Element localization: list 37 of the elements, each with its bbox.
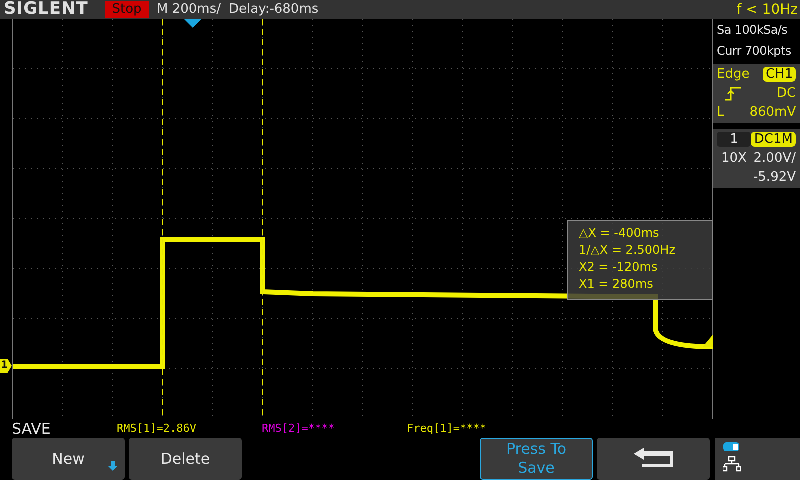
sample-rate: Sa 100kSa/s — [716, 22, 789, 39]
channel-coupling: DC1M — [751, 132, 796, 147]
back-button[interactable] — [597, 438, 710, 480]
trigger-level-label: L — [717, 105, 726, 120]
usb-icon — [723, 442, 741, 452]
vertical-scale: 2.00V/ — [752, 151, 796, 166]
cursor-value: △X = -400ms — [579, 225, 660, 242]
trigger-source: CH1 — [762, 67, 796, 82]
measurement: Freq[1]=**** — [407, 422, 488, 435]
rising-edge-icon — [725, 86, 741, 100]
channel-panel[interactable]: 1 DC1M 10X 2.00V/ -5.92V — [713, 129, 800, 188]
return-arrow-icon — [632, 446, 676, 468]
delay: Delay:-680ms — [228, 2, 319, 17]
cursor-value: 1/△X = 2.500Hz — [579, 242, 676, 259]
measurement: RMS[1]=2.86V — [117, 422, 198, 435]
brand-logo: SIGLENT — [4, 0, 90, 19]
cursor-value: X1 = 280ms — [579, 276, 654, 293]
probe-ratio: 10X — [720, 151, 748, 166]
measurement: RMS[2]=**** — [262, 422, 336, 435]
down-arrow-icon — [108, 461, 118, 471]
new-button[interactable]: New — [12, 438, 125, 480]
trigger-panel[interactable]: Edge CH1 DC L 860mV — [713, 64, 800, 123]
timebase: M 200ms/ — [157, 2, 221, 17]
delete-button[interactable]: Delete — [129, 438, 242, 480]
cursor-value: X2 = -120ms — [579, 259, 659, 276]
memory-depth: Curr 700kpts — [716, 43, 792, 60]
vertical-offset: -5.92V — [752, 170, 796, 185]
network-icon — [723, 456, 741, 472]
trigger-type: Edge — [717, 67, 750, 82]
trigger-level: 860mV — [750, 105, 796, 120]
trigger-coupling: DC — [776, 86, 796, 101]
channel-number: 1 — [717, 132, 752, 147]
menu-title: SAVE — [11, 420, 52, 438]
frequency-counter: f < 10Hz — [736, 2, 799, 18]
trigger-level-icon — [703, 335, 713, 347]
press-to-save-button[interactable]: Press To Save — [480, 438, 593, 480]
channel-marker: 1 — [0, 359, 12, 373]
